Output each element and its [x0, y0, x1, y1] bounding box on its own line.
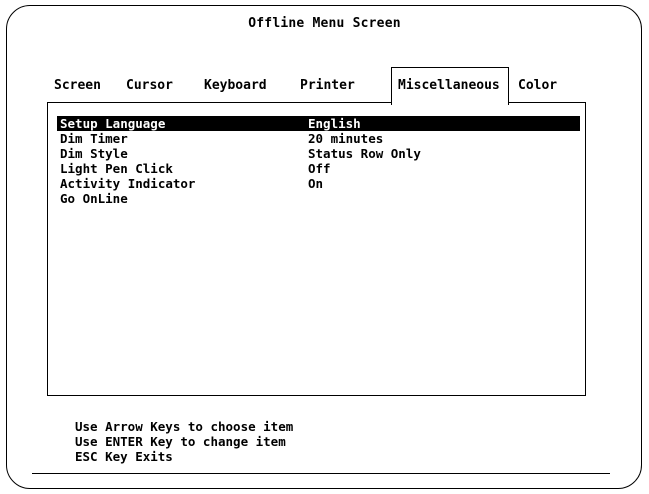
menu-item-activity-indicator[interactable]: Activity Indicator On: [60, 176, 580, 191]
tab-printer[interactable]: Printer: [294, 68, 361, 104]
settings-menu: Setup Language English Dim Timer 20 minu…: [57, 116, 580, 206]
menu-item-value: English: [308, 116, 361, 131]
menu-item-value: Off: [308, 161, 331, 176]
menu-item-dim-style[interactable]: Dim Style Status Row Only: [60, 146, 580, 161]
help-line: Use ENTER Key to change item: [75, 434, 286, 449]
menu-item-label: Dim Timer: [60, 131, 128, 146]
menu-item-light-pen-click[interactable]: Light Pen Click Off: [60, 161, 580, 176]
menu-item-label: Activity Indicator: [60, 176, 196, 191]
menu-item-label: Light Pen Click: [60, 161, 173, 176]
divider: [32, 473, 610, 474]
menu-item-label: Setup Language: [60, 116, 166, 131]
menu-item-value: 20 minutes: [308, 131, 384, 146]
tab-bar: Screen Cursor Keyboard Printer Miscellan…: [48, 67, 586, 105]
menu-item-value: On: [308, 176, 324, 191]
help-text: Use Arrow Keys to choose item Use ENTER …: [75, 419, 293, 464]
tab-color[interactable]: Color: [512, 68, 563, 104]
menu-item-go-online[interactable]: Go OnLine: [60, 191, 580, 206]
menu-item-label: Dim Style: [60, 146, 128, 161]
page-title: Offline Menu Screen: [248, 16, 401, 31]
tab-screen[interactable]: Screen: [48, 68, 107, 104]
tab-miscellaneous[interactable]: Miscellaneous: [391, 67, 509, 105]
menu-item-setup-language[interactable]: Setup Language English: [57, 116, 580, 131]
help-line: ESC Key Exits: [75, 449, 173, 464]
menu-item-value: Status Row Only: [308, 146, 421, 161]
tab-cursor[interactable]: Cursor: [120, 68, 179, 104]
menu-item-dim-timer[interactable]: Dim Timer 20 minutes: [60, 131, 580, 146]
help-line: Use Arrow Keys to choose item: [75, 419, 294, 434]
menu-item-label: Go OnLine: [60, 191, 128, 206]
tab-keyboard[interactable]: Keyboard: [198, 68, 273, 104]
